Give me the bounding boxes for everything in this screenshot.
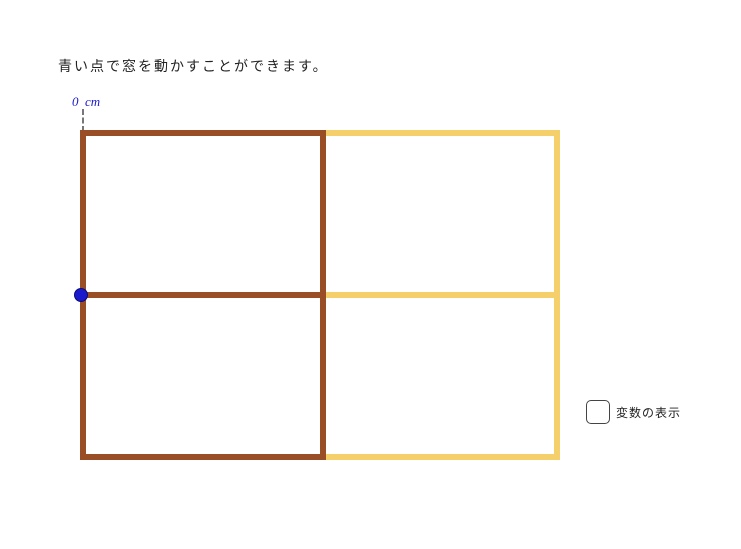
show-variables-checkbox[interactable]: 変数の表示 (586, 400, 681, 424)
measure-label: 0 cm (72, 94, 100, 110)
inner-midline (83, 292, 323, 298)
checkbox-label: 変数の表示 (616, 404, 681, 421)
checkbox-box[interactable] (586, 400, 610, 424)
measure-tick (82, 109, 84, 132)
drag-point[interactable] (74, 288, 88, 302)
instruction-text: 青い点で窓を動かすことができます。 (58, 56, 329, 76)
measure-unit: cm (85, 94, 100, 109)
measure-value: 0 (72, 94, 79, 109)
canvas: 青い点で窓を動かすことができます。 0 cm 変数の表示 (0, 0, 741, 549)
